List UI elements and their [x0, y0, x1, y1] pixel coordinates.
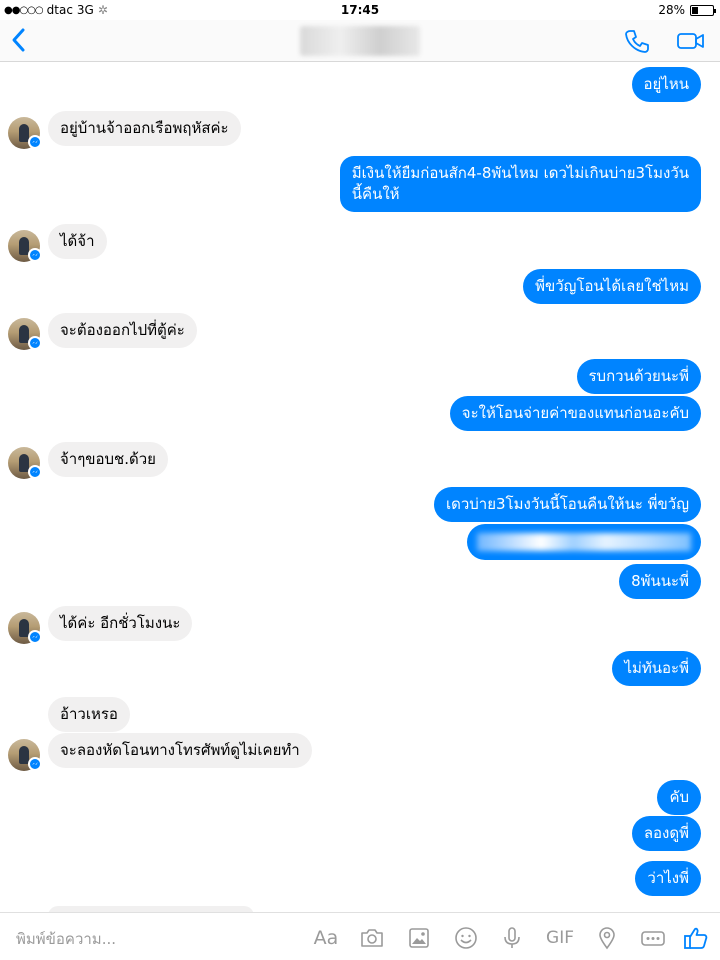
battery-percent: 28%: [658, 3, 685, 17]
camera-icon[interactable]: [359, 925, 385, 951]
status-time: 17:45: [340, 3, 380, 17]
message-incoming[interactable]: อ้าวเหรอ: [48, 697, 130, 732]
messenger-badge-icon: [28, 248, 42, 262]
messenger-badge-icon: [28, 465, 42, 479]
message-line: มีเงินให้ยืมก่อนสัก4-8พันไหม เดวไม่เกินบ…: [351, 164, 689, 182]
emoji-icon[interactable]: [453, 925, 479, 951]
message-line: นี้คืนให้: [351, 185, 400, 203]
message-outgoing[interactable]: ไม่ทันอะพี่: [612, 651, 701, 686]
message-outgoing[interactable]: จะให้โอนจ่ายค่าของแทนก่อนอะคับ: [449, 396, 701, 431]
message-outgoing[interactable]: พี่ขวัญโอนได้เลยใช่ไหม: [523, 269, 701, 304]
more-icon[interactable]: [640, 925, 666, 951]
message-outgoing[interactable]: อยู่ไหน: [631, 67, 701, 102]
message-incoming[interactable]: อยู่บ้านจ้าออกเรือพฤหัสค่ะ: [48, 111, 241, 146]
message-list[interactable]: อยู่ไหน อยู่บ้านจ้าออกเรือพฤหัสค่ะ มีเงิ…: [0, 62, 720, 912]
messenger-badge-icon: [28, 630, 42, 644]
message-input[interactable]: พิมพ์ข้อความ...: [16, 927, 116, 951]
video-camera-icon[interactable]: [676, 28, 706, 54]
message-incoming[interactable]: จะต้องออกไปที่ตู้ค่ะ: [48, 313, 197, 348]
message-outgoing[interactable]: 8พันนะพี่: [619, 564, 701, 599]
message-incoming[interactable]: ได้ค่ะ อีกชั่วโมงนะ: [48, 606, 193, 641]
message-outgoing[interactable]: รบกวนด้วยนะพี่: [576, 359, 701, 394]
message-outgoing[interactable]: มีเงินให้ยืมก่อนสัก4-8พันไหม เดวไม่เกินบ…: [339, 156, 701, 212]
status-bar: ●●○○○ dtac 3G ✲ 17:45 28%: [0, 0, 720, 20]
thumbs-up-icon[interactable]: [682, 924, 710, 952]
redacted-text: [477, 533, 691, 551]
photo-icon[interactable]: [406, 925, 432, 951]
messenger-badge-icon: [28, 757, 42, 771]
message-outgoing[interactable]: เดวบ่าย3โมงวันนี้โอนคืนให้นะ พี่ขวัญ: [433, 487, 701, 522]
message-outgoing[interactable]: ลองดูพี่: [631, 816, 701, 851]
microphone-icon[interactable]: [499, 925, 525, 951]
status-right: 28%: [658, 3, 716, 17]
messenger-badge-icon: [28, 135, 42, 149]
phone-icon[interactable]: [624, 28, 650, 54]
message-outgoing-blurred[interactable]: [467, 524, 701, 560]
text-format-icon[interactable]: Aa: [312, 925, 340, 951]
message-composer: พิมพ์ข้อความ... Aa GIF: [0, 912, 720, 960]
message-incoming[interactable]: ได้จ้า: [48, 224, 107, 259]
message-incoming[interactable]: จะลองหัดโอนทางโทรศัพท์ดูไม่เคยทำ: [48, 733, 312, 768]
message-outgoing[interactable]: คับ: [657, 780, 701, 815]
message-outgoing[interactable]: ว่าไงพี่: [635, 861, 701, 896]
contact-name-blurred[interactable]: [300, 26, 420, 56]
chevron-left-icon[interactable]: [8, 26, 30, 54]
messenger-badge-icon: [28, 336, 42, 350]
location-icon[interactable]: [594, 925, 620, 951]
message-incoming[interactable]: จ้าๆขอบช.ด้วย: [48, 442, 168, 477]
gif-icon[interactable]: GIF: [544, 925, 576, 951]
conversation-header: [0, 20, 720, 62]
battery-icon: [690, 4, 716, 16]
